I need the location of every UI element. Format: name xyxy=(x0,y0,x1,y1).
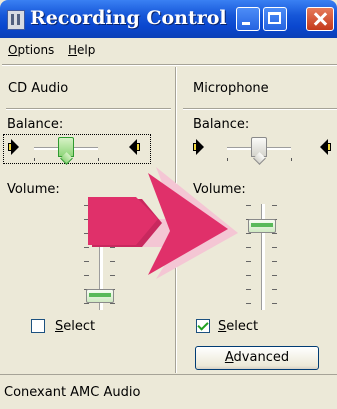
select-label[interactable]: Select xyxy=(55,319,95,334)
title-bar[interactable]: Recording Control xyxy=(0,0,337,38)
balance-slider-thumb[interactable] xyxy=(251,137,267,157)
select-label[interactable]: Select xyxy=(218,319,258,334)
channel-divider xyxy=(6,108,171,110)
left-speaker-icon xyxy=(193,139,207,155)
volume-tick xyxy=(246,233,251,234)
volume-label: Volume: xyxy=(7,182,60,197)
left-speaker-icon xyxy=(8,139,22,155)
select-checkbox[interactable] xyxy=(196,319,210,333)
balance-tick xyxy=(227,158,228,161)
balance-label: Balance: xyxy=(7,117,64,132)
menu-options[interactable]: Options xyxy=(8,43,54,57)
volume-slider-thumb[interactable] xyxy=(248,218,276,233)
right-speaker-icon xyxy=(126,139,140,155)
select-checkbox[interactable] xyxy=(31,319,45,333)
volume-tick xyxy=(272,289,277,290)
menu-bar: Options Help xyxy=(0,38,337,62)
volume-tick xyxy=(84,303,89,304)
menu-help[interactable]: Help xyxy=(68,43,95,57)
menu-help-label: H xyxy=(68,43,78,57)
maximize-button[interactable] xyxy=(263,7,287,31)
advanced-label-rest: dvanced xyxy=(233,350,290,365)
volume-tick xyxy=(246,275,251,276)
advanced-label-accel: A xyxy=(224,350,234,365)
pink-arrow-icon xyxy=(88,167,238,279)
balance-label: Balance: xyxy=(193,117,250,132)
balance-tick xyxy=(34,158,35,161)
status-device-name: Conexant AMC Audio xyxy=(4,385,141,400)
right-speaker-icon xyxy=(317,139,331,155)
volume-tick xyxy=(272,233,277,234)
channel-name: CD Audio xyxy=(8,81,69,96)
volume-tick xyxy=(272,303,277,304)
minimize-button[interactable] xyxy=(236,7,260,31)
advanced-button[interactable]: Advanced xyxy=(195,346,319,370)
window-title: Recording Control xyxy=(30,7,227,29)
volume-tick xyxy=(272,261,277,262)
volume-control-icon[interactable] xyxy=(7,10,25,30)
select-label-rest: elect xyxy=(226,319,259,334)
volume-tick xyxy=(246,261,251,262)
volume-tick xyxy=(246,205,251,206)
volume-tick xyxy=(272,205,277,206)
menu-help-label-rest: elp xyxy=(77,43,96,57)
balance-tick xyxy=(291,158,292,161)
select-label-rest: elect xyxy=(63,319,96,334)
volume-tick xyxy=(246,303,251,304)
volume-tick xyxy=(272,275,277,276)
balance-slider-thumb[interactable] xyxy=(58,137,74,157)
volume-tick xyxy=(246,247,251,248)
volume-tick xyxy=(246,289,251,290)
close-button[interactable] xyxy=(306,7,334,31)
menu-separator xyxy=(2,64,337,66)
volume-tick xyxy=(272,247,277,248)
status-bar: Conexant AMC Audio xyxy=(0,374,337,409)
volume-slider-thumb[interactable] xyxy=(86,288,114,303)
channel-divider xyxy=(183,108,337,110)
menu-options-label-rest: ptions xyxy=(17,43,55,57)
channel-name: Microphone xyxy=(193,81,269,96)
volume-tick xyxy=(110,303,115,304)
balance-tick xyxy=(98,158,99,161)
